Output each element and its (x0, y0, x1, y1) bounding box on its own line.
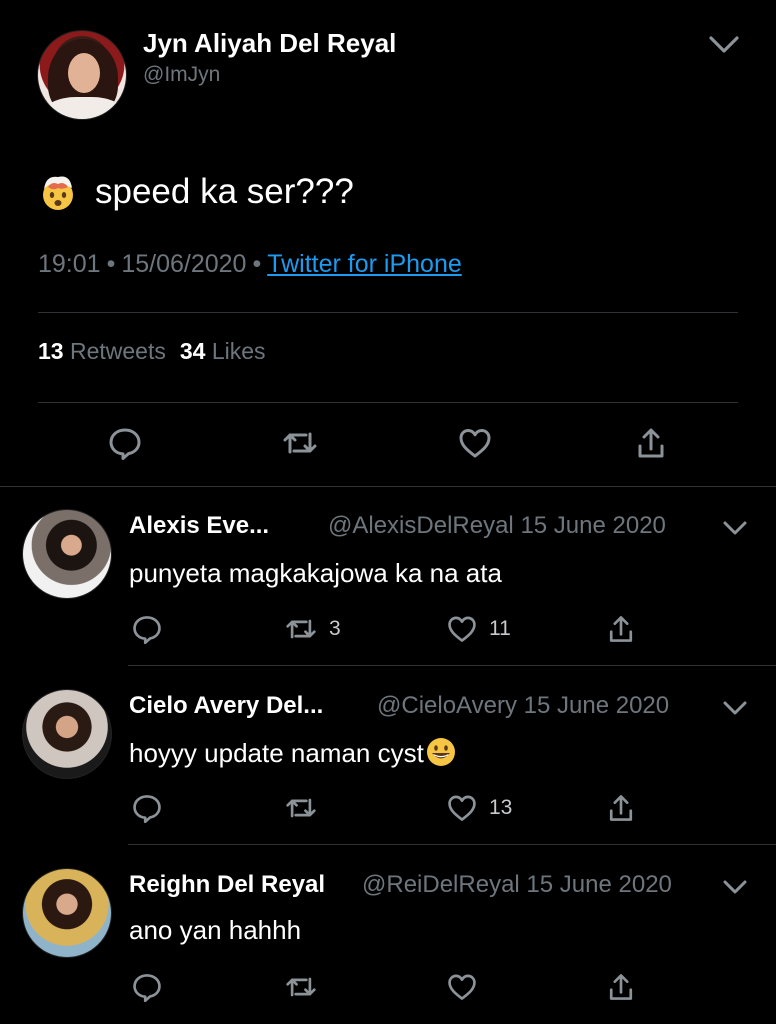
reply-author-handle: @CieloAvery (377, 692, 517, 719)
tweet-meta: 19:01 • 15/06/2020 • Twitter for iPhone (38, 250, 462, 279)
share-button[interactable] (605, 792, 637, 824)
divider (128, 844, 776, 845)
heart-icon (448, 616, 476, 642)
share-icon (609, 974, 633, 1000)
share-icon (609, 795, 633, 821)
divider (38, 312, 738, 313)
reply-date: 15 June 2020 (523, 692, 670, 719)
like-button[interactable] (457, 425, 493, 461)
retweet-button[interactable] (285, 971, 317, 1003)
reply-author-name[interactable]: Cielo Avery Del... (129, 692, 323, 720)
reply-text-body: hoyyy update naman cyst (129, 738, 424, 768)
reply-button[interactable] (131, 971, 163, 1003)
reply-button[interactable] (131, 613, 163, 645)
share-button[interactable] (605, 613, 637, 645)
reply-author-name[interactable]: Alexis Eve... (129, 512, 269, 540)
reply-date: 15 June 2020 (526, 871, 672, 898)
share-icon (638, 428, 664, 458)
speech-bubble-icon (133, 616, 161, 645)
author-handle[interactable]: @ImJyn (143, 63, 220, 87)
reply-author-handle: @AlexisDelReyal (328, 512, 514, 539)
chevron-down-icon[interactable] (721, 876, 749, 898)
like-count: 13 (489, 796, 513, 819)
like-button[interactable] (446, 613, 478, 645)
retweet-count: 3 (329, 617, 341, 640)
retweet-icon (283, 432, 317, 454)
tweet-date: 15/06/2020 (121, 250, 247, 278)
retweets-label: Retweets (69, 338, 166, 364)
chevron-down-icon[interactable] (721, 517, 749, 539)
retweet-icon (286, 977, 316, 997)
divider (0, 486, 776, 487)
retweets-count: 13 (38, 338, 64, 364)
reply-author-handle-date[interactable]: @ReiDelReyal 15 June 2020 (362, 871, 672, 899)
tweet-stats[interactable]: 13 Retweets 34 Likes (38, 338, 266, 365)
reply-author-handle: @ReiDelReyal (362, 871, 520, 898)
reply-avatar[interactable] (22, 689, 112, 779)
tweet-source-link[interactable]: Twitter for iPhone (267, 250, 462, 278)
reply-author-handle-date[interactable]: @CieloAvery 15 June 2020 (377, 692, 669, 720)
share-button[interactable] (605, 971, 637, 1003)
retweet-button[interactable] (285, 792, 317, 824)
retweet-button[interactable] (282, 425, 318, 461)
reply-text: punyeta magkakajowa ka na ata (129, 558, 502, 588)
reply-text: hoyyy update naman cyst (129, 736, 457, 769)
heart-icon (459, 429, 491, 458)
reply-avatar[interactable] (22, 868, 112, 958)
reply-avatar[interactable] (22, 509, 112, 599)
tweet-text: speed ka ser??? (95, 172, 354, 211)
separator-dot: • (252, 250, 262, 278)
reply-date: 15 June 2020 (520, 512, 666, 539)
divider (38, 402, 738, 403)
reply-button[interactable] (131, 792, 163, 824)
like-button[interactable] (446, 971, 478, 1003)
reply-button[interactable] (107, 425, 143, 461)
heart-icon (448, 974, 476, 1000)
like-count: 11 (489, 617, 511, 640)
reply-author-name[interactable]: Reighn Del Reyal (129, 871, 325, 899)
speech-bubble-icon (133, 795, 161, 824)
tweet-time: 19:01 (38, 250, 101, 278)
speech-bubble-icon (133, 974, 161, 1003)
likes-count: 34 (179, 338, 206, 364)
author-avatar[interactable] (37, 30, 127, 120)
share-button[interactable] (633, 425, 669, 461)
heart-icon (448, 795, 476, 821)
like-button[interactable] (446, 792, 478, 824)
reply-author-handle-date[interactable]: @AlexisDelReyal 15 June 2020 (328, 512, 666, 540)
speech-bubble-icon (109, 428, 141, 460)
chevron-down-icon[interactable] (706, 30, 742, 58)
separator-dot: • (106, 250, 116, 278)
exploding-head-emoji (38, 171, 78, 211)
reply-text: ano yan hahhh (129, 915, 302, 945)
retweet-icon (286, 619, 316, 639)
grinning-face-emoji (425, 736, 457, 768)
chevron-down-icon[interactable] (721, 697, 749, 719)
author-name[interactable]: Jyn Aliyah Del Reyal (143, 28, 396, 59)
share-icon (609, 616, 633, 642)
likes-label: Likes (211, 338, 266, 364)
divider (128, 665, 776, 666)
retweet-button[interactable] (285, 613, 317, 645)
retweet-icon (286, 798, 316, 818)
